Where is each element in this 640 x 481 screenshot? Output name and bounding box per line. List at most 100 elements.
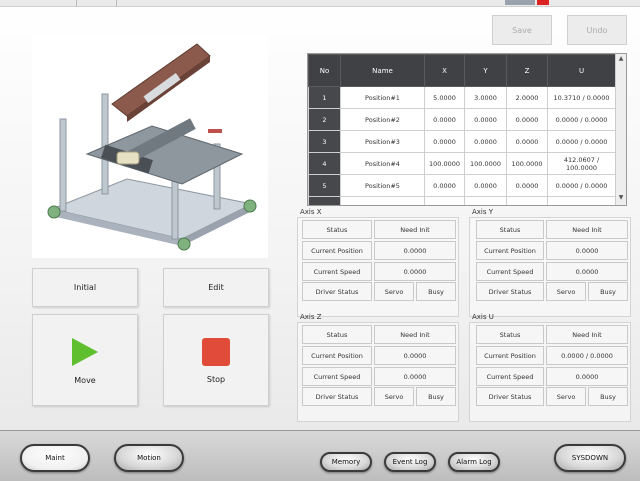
- axis-u-speed-value: 0.0000: [546, 367, 628, 386]
- axis-x-driver-label: Driver Status: [302, 282, 372, 301]
- alarm-flag-icon: [537, 0, 549, 5]
- axis-x-panel: Axis X Status Need Init Current Position…: [297, 208, 459, 317]
- axis-z-status-value: Need Init: [374, 325, 456, 344]
- row-no: 3: [308, 130, 341, 153]
- row-x: 0.0000: [424, 108, 465, 131]
- axis-z-speed-value: 0.0000: [374, 367, 456, 386]
- axis-x-title: Axis X: [300, 208, 322, 216]
- axis-z-busy-indicator: Busy: [416, 387, 456, 406]
- axis-z-speed-label: Current Speed: [302, 367, 372, 386]
- undo-button[interactable]: Undo: [567, 15, 627, 45]
- row-u: 0.0000 / 0.0000: [547, 174, 616, 197]
- status-flag-icon: [505, 0, 535, 5]
- row-name: Position#3: [340, 130, 425, 153]
- row-z: 0.0000: [506, 130, 548, 153]
- axis-u-driver-label: Driver Status: [476, 387, 544, 406]
- row-z: 100.0000: [506, 152, 548, 175]
- top-tab-2[interactable]: [76, 0, 117, 6]
- initial-button[interactable]: Initial: [32, 268, 138, 307]
- row-z: 0.0000: [506, 174, 548, 197]
- axis-z-panel: Axis Z Status Need Init Current Position…: [297, 313, 459, 422]
- positions-table[interactable]: No Name X Y Z U 1 Position#1 5.0000 3.00…: [307, 53, 627, 206]
- table-row[interactable]: 4 Position#4 100.0000 100.0000 100.0000 …: [308, 152, 616, 175]
- move-button[interactable]: Move: [32, 314, 138, 406]
- axis-y-title: Axis Y: [472, 208, 494, 216]
- axis-y-driver-label: Driver Status: [476, 282, 544, 301]
- table-header-row: No Name X Y Z U: [308, 54, 616, 87]
- axis-x-position-value: 0.0000: [374, 241, 456, 260]
- row-no: 2: [308, 108, 341, 131]
- row-no: 5: [308, 174, 341, 197]
- row-y: 3.0000: [464, 86, 507, 109]
- axis-z-status-label: Status: [302, 325, 372, 344]
- scroll-down-icon[interactable]: ▼: [616, 193, 626, 203]
- move-label: Move: [74, 375, 96, 385]
- axis-x-position-label: Current Position: [302, 241, 372, 260]
- sysdown-button[interactable]: SYSDOWN: [554, 444, 626, 472]
- axis-x-busy-indicator: Busy: [416, 282, 456, 301]
- axis-x-servo-button[interactable]: Servo: [374, 282, 414, 301]
- bottom-nav-bar: Maint Motion Memory Event Log Alarm Log …: [0, 430, 640, 481]
- save-button[interactable]: Save: [492, 15, 552, 45]
- header-no: No: [308, 54, 341, 87]
- axis-x-speed-value: 0.0000: [374, 262, 456, 281]
- row-name: Position#1: [340, 86, 425, 109]
- scroll-up-icon[interactable]: ▲: [616, 54, 626, 64]
- row-name: Position#2: [340, 108, 425, 131]
- axis-y-busy-indicator: Busy: [588, 282, 628, 301]
- table-row[interactable]: 3 Position#3 0.0000 0.0000 0.0000 0.0000…: [308, 130, 616, 153]
- table-row[interactable]: 2 Position#2 0.0000 0.0000 0.0000 0.0000…: [308, 108, 616, 131]
- row-no: 6: [308, 196, 341, 205]
- axis-u-position-label: Current Position: [476, 346, 544, 365]
- axis-u-status-label: Status: [476, 325, 544, 344]
- header-y: Y: [464, 54, 507, 87]
- alarm-log-button[interactable]: Alarm Log: [448, 452, 500, 472]
- axis-y-speed-value: 0.0000: [546, 262, 628, 281]
- table-scrollbar[interactable]: ▲ ▼: [615, 54, 626, 205]
- row-y: 0.0000: [464, 130, 507, 153]
- row-u: 10.3710 / 0.0000: [547, 86, 616, 109]
- maint-button[interactable]: Maint: [20, 444, 90, 472]
- motion-button[interactable]: Motion: [114, 444, 184, 472]
- row-x: 0.0000: [424, 174, 465, 197]
- axis-z-position-label: Current Position: [302, 346, 372, 365]
- row-name: Position#5: [340, 174, 425, 197]
- scroll-track[interactable]: [616, 64, 626, 193]
- header-x: X: [424, 54, 465, 87]
- table-row[interactable]: 5 Position#5 0.0000 0.0000 0.0000 0.0000…: [308, 174, 616, 197]
- axis-y-position-value: 0.0000: [546, 241, 628, 260]
- axis-u-servo-button[interactable]: Servo: [546, 387, 586, 406]
- row-y: 100.0000: [464, 152, 507, 175]
- axis-y-servo-button[interactable]: Servo: [546, 282, 586, 301]
- axis-z-driver-label: Driver Status: [302, 387, 372, 406]
- axis-u-position-value: 0.0000 / 0.0000: [546, 346, 628, 365]
- memory-button[interactable]: Memory: [320, 452, 372, 472]
- axis-z-servo-button[interactable]: Servo: [374, 387, 414, 406]
- row-name: Position#6: [340, 196, 425, 205]
- row-x: 100.0000: [424, 152, 465, 175]
- axis-y-status-value: Need Init: [546, 220, 628, 239]
- row-name: Position#4: [340, 152, 425, 175]
- top-tab-1[interactable]: [0, 0, 77, 6]
- stop-square-icon: [202, 337, 230, 366]
- row-u: 412.0607 / 100.0000: [547, 152, 616, 175]
- edit-button[interactable]: Edit: [163, 268, 269, 307]
- stop-button[interactable]: Stop: [163, 314, 269, 406]
- row-u: 0.0000 / 0.0000: [547, 130, 616, 153]
- event-log-button[interactable]: Event Log: [384, 452, 436, 472]
- row-u: 0.0000 / 0.0000: [547, 108, 616, 131]
- row-x: 0.0000: [424, 130, 465, 153]
- axis-z-position-value: 0.0000: [374, 346, 456, 365]
- axis-y-speed-label: Current Speed: [476, 262, 544, 281]
- machine-image: [32, 34, 268, 258]
- axis-u-busy-indicator: Busy: [588, 387, 628, 406]
- table-row[interactable]: 1 Position#1 5.0000 3.0000 2.0000 10.371…: [308, 86, 616, 109]
- axis-u-panel: Axis U Status Need Init Current Position…: [469, 313, 631, 422]
- table-row[interactable]: 6 Position#6 0.0000 0.0000 0.0000 0.0000…: [308, 196, 616, 205]
- play-triangle-icon: [72, 337, 98, 366]
- row-z: 0.0000: [506, 108, 548, 131]
- row-z: 0.0000: [506, 196, 548, 205]
- axis-u-speed-label: Current Speed: [476, 367, 544, 386]
- header-z: Z: [506, 54, 548, 87]
- axis-z-title: Axis Z: [300, 313, 322, 321]
